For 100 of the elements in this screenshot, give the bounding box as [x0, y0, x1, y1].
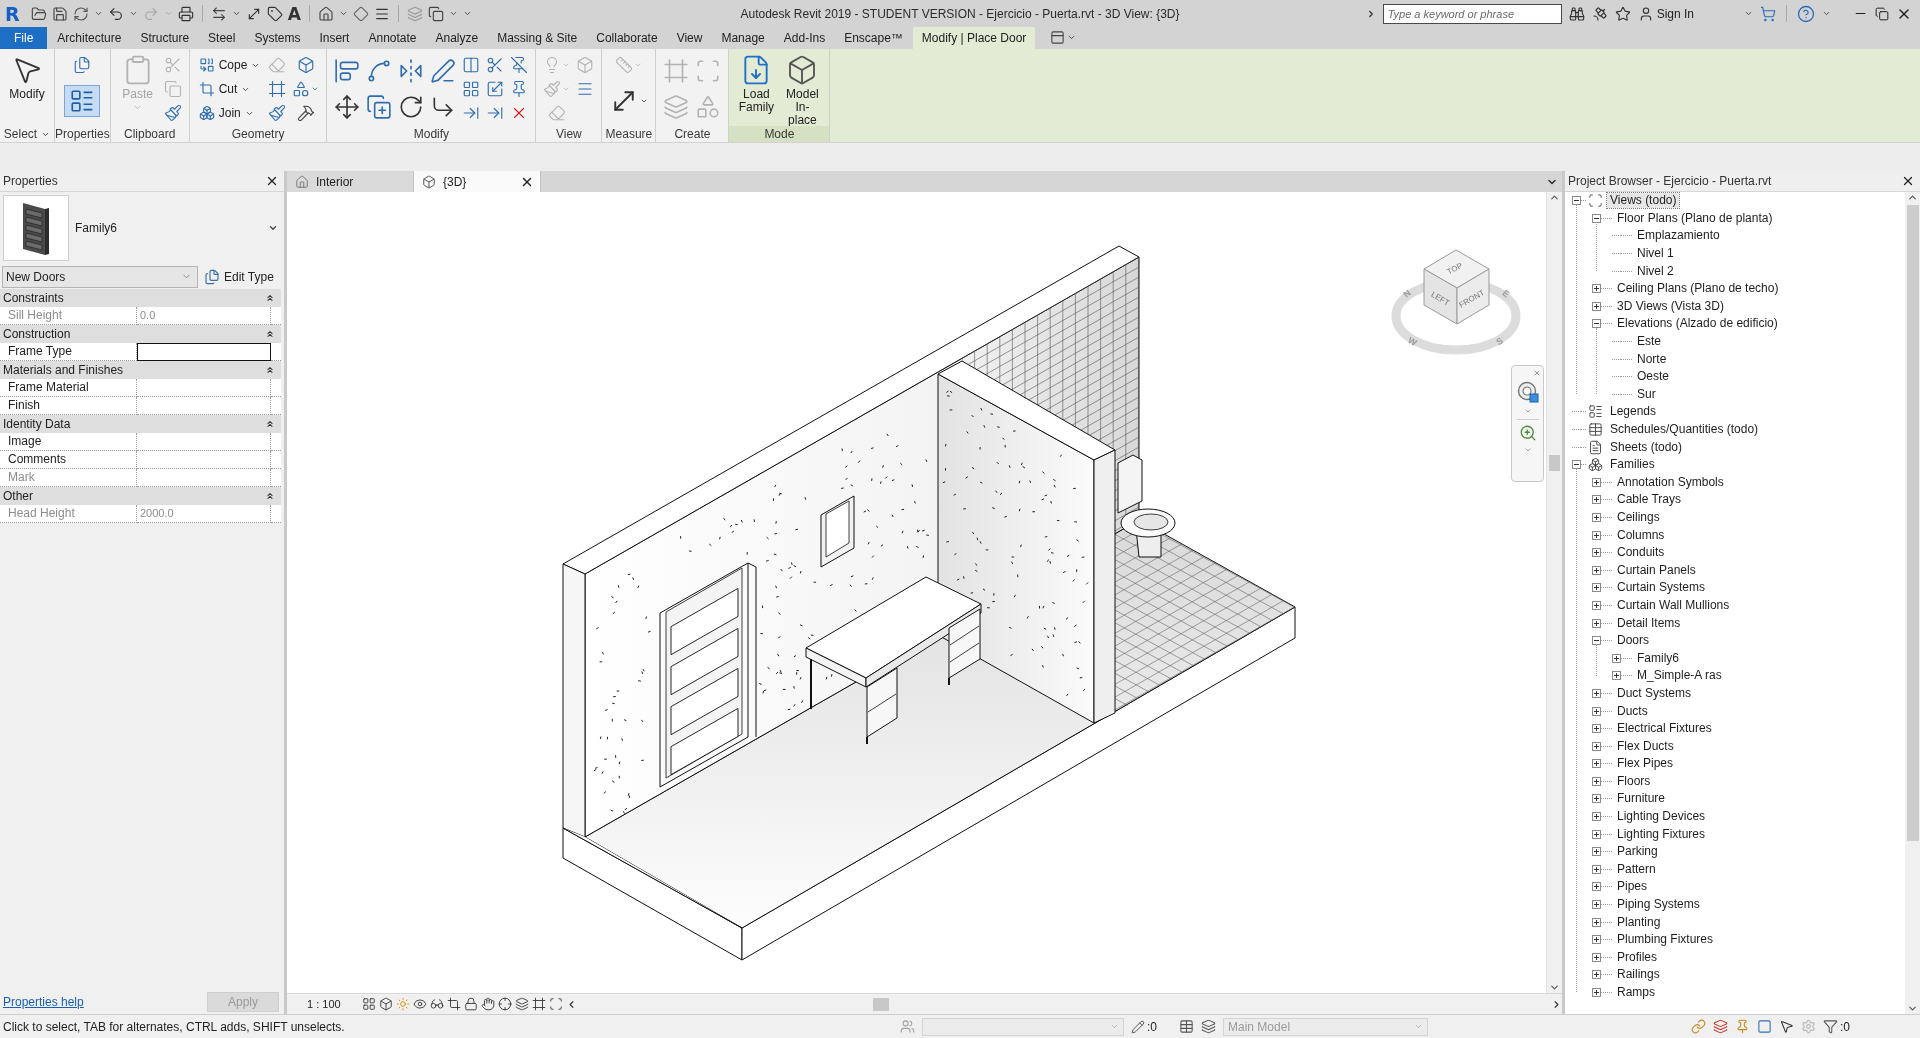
minus-box-icon[interactable]	[1572, 460, 1581, 470]
caret-icon[interactable]	[1067, 33, 1077, 42]
satellite-icon[interactable]	[1591, 5, 1608, 22]
ribbon-button[interactable]: Join	[196, 105, 256, 121]
hammer-icon[interactable]	[296, 104, 315, 122]
tree-item[interactable]: Elevations (Alzado de edificio)	[1614, 316, 1781, 332]
link-icon[interactable]	[1691, 1019, 1706, 1034]
plus-box-icon[interactable]	[1592, 917, 1601, 927]
ribbon-tab[interactable]: Systems	[245, 27, 310, 49]
plus-box-icon[interactable]	[1592, 759, 1601, 769]
ribbon-tab[interactable]: Add-Ins	[774, 27, 835, 49]
plus-box-icon[interactable]	[1592, 548, 1601, 558]
pin-icon[interactable]	[1735, 1019, 1750, 1034]
ribbon-tab[interactable]: Steel	[199, 27, 245, 49]
tree-item[interactable]: Piping Systems	[1614, 897, 1703, 913]
value-field[interactable]	[137, 343, 271, 361]
scaling-icon[interactable]	[486, 80, 505, 98]
plus-box-icon[interactable]	[1592, 530, 1601, 540]
ribbon-tab[interactable]: Architecture	[48, 27, 131, 49]
pencil-icon[interactable]	[1131, 1019, 1145, 1034]
text-tool-button[interactable]: A	[287, 4, 301, 23]
ribbon-button[interactable]: Load Family	[736, 53, 777, 115]
hand-icon[interactable]	[480, 997, 495, 1011]
crop-icon[interactable]	[446, 997, 461, 1011]
curve-icon[interactable]	[366, 58, 393, 84]
filter-icon[interactable]	[1823, 1019, 1838, 1034]
ribbon-button[interactable]: Cut	[196, 81, 253, 97]
tree-item[interactable]: Parking	[1614, 844, 1661, 860]
caret-icon[interactable]	[231, 9, 241, 18]
tree-item[interactable]: Oeste	[1634, 369, 1672, 385]
scrollbar-thumb[interactable]	[1549, 455, 1560, 471]
plus-box-icon[interactable]	[1592, 513, 1601, 522]
group-header[interactable]: Materials and Finishes	[0, 361, 281, 379]
paintbrush-icon[interactable]	[163, 104, 182, 122]
tree-item[interactable]: Lighting Devices	[1614, 809, 1709, 825]
ribbon-tab[interactable]: Massing & Site	[488, 27, 587, 49]
tree-item[interactable]: Emplazamiento	[1634, 228, 1723, 244]
close-icon[interactable]	[1901, 174, 1915, 188]
double-arrow-icon[interactable]	[210, 5, 227, 22]
ribbon-tab[interactable]: Collaborate	[587, 27, 667, 49]
grid-icon[interactable]	[361, 997, 376, 1011]
minus-box-icon[interactable]	[1572, 196, 1581, 206]
plus-box-icon[interactable]	[1612, 671, 1621, 681]
plus-box-icon[interactable]	[1592, 583, 1601, 593]
caret-icon[interactable]	[338, 9, 348, 18]
plus-box-icon[interactable]	[1592, 900, 1601, 910]
ribbon-tab[interactable]: File	[0, 27, 48, 49]
tree-item[interactable]: Annotation Symbols	[1614, 474, 1727, 490]
columns-icon[interactable]	[462, 56, 481, 74]
undo-icon[interactable]	[107, 5, 124, 22]
plus-box-icon[interactable]	[1592, 864, 1601, 874]
group-header[interactable]: Constraints	[0, 289, 281, 307]
tree-item[interactable]: Views (todo)	[1607, 193, 1680, 209]
arrow-to-line-icon[interactable]	[462, 104, 481, 122]
binoculars-icon[interactable]	[1568, 5, 1585, 22]
tree-item[interactable]: Este	[1634, 334, 1664, 350]
view-scale[interactable]: 1 : 100	[307, 998, 341, 1010]
cube-icon[interactable]	[296, 56, 315, 74]
eye-icon[interactable]	[412, 997, 427, 1011]
scroll-down-icon[interactable]	[1907, 1003, 1918, 1014]
scrollbar-thumb[interactable]	[1906, 205, 1919, 841]
tree-item[interactable]: M_Simple-A ras	[1634, 668, 1725, 684]
help-icon[interactable]	[1797, 4, 1815, 23]
tree-item[interactable]: Pattern	[1614, 861, 1659, 877]
caret-icon[interactable]	[1744, 9, 1753, 18]
group-header[interactable]: Construction	[0, 325, 281, 343]
tree-item[interactable]: Flex Pipes	[1614, 756, 1677, 772]
window-tab[interactable]: Interior	[287, 171, 414, 192]
caret-icon[interactable]	[1822, 9, 1831, 18]
tree-item[interactable]: Duct Systems	[1614, 685, 1694, 701]
tree-item[interactable]: Sheets (todo)	[1607, 439, 1686, 455]
plus-box-icon[interactable]	[1612, 653, 1621, 663]
folder-icon[interactable]	[30, 5, 47, 22]
app-logo[interactable]: R	[5, 3, 20, 24]
save-icon[interactable]	[51, 5, 68, 22]
plus-box-icon[interactable]	[1592, 829, 1601, 839]
ribbon-button[interactable]: Cope	[196, 57, 263, 73]
vertical-scrollbar[interactable]	[1905, 192, 1920, 1014]
zoom-icon[interactable]	[1518, 424, 1537, 442]
tree-item[interactable]: Nivel 1	[1634, 246, 1677, 262]
pin-off-icon[interactable]	[510, 56, 529, 74]
close-icon[interactable]	[265, 174, 279, 188]
plus-box-icon[interactable]	[1592, 284, 1601, 294]
tree-item[interactable]: Norte	[1634, 351, 1670, 367]
plus-box-icon[interactable]	[1592, 776, 1601, 786]
plus-box-icon[interactable]	[1592, 952, 1601, 962]
paintbrush-icon[interactable]	[268, 104, 287, 122]
tree-item[interactable]: Columns	[1614, 527, 1668, 543]
ribbon-tab[interactable]: Enscape™	[835, 27, 912, 49]
tree-item[interactable]: Nivel 2	[1634, 263, 1677, 279]
panel-icon[interactable]	[1050, 30, 1066, 45]
tree-item[interactable]: Families	[1607, 457, 1658, 473]
tree-item[interactable]: Ramps	[1614, 985, 1658, 1000]
tree-item[interactable]: Curtain Panels	[1614, 562, 1699, 578]
ribbon-button[interactable]: Model In-place	[782, 53, 823, 128]
vertical-scrollbar[interactable]	[1546, 192, 1562, 993]
sign-in-button[interactable]: Sign In	[1637, 5, 1694, 22]
help-link[interactable]: Properties help	[3, 995, 84, 1009]
crosshair-icon[interactable]	[497, 997, 512, 1011]
tree-item[interactable]: Curtain Systems	[1614, 580, 1709, 596]
